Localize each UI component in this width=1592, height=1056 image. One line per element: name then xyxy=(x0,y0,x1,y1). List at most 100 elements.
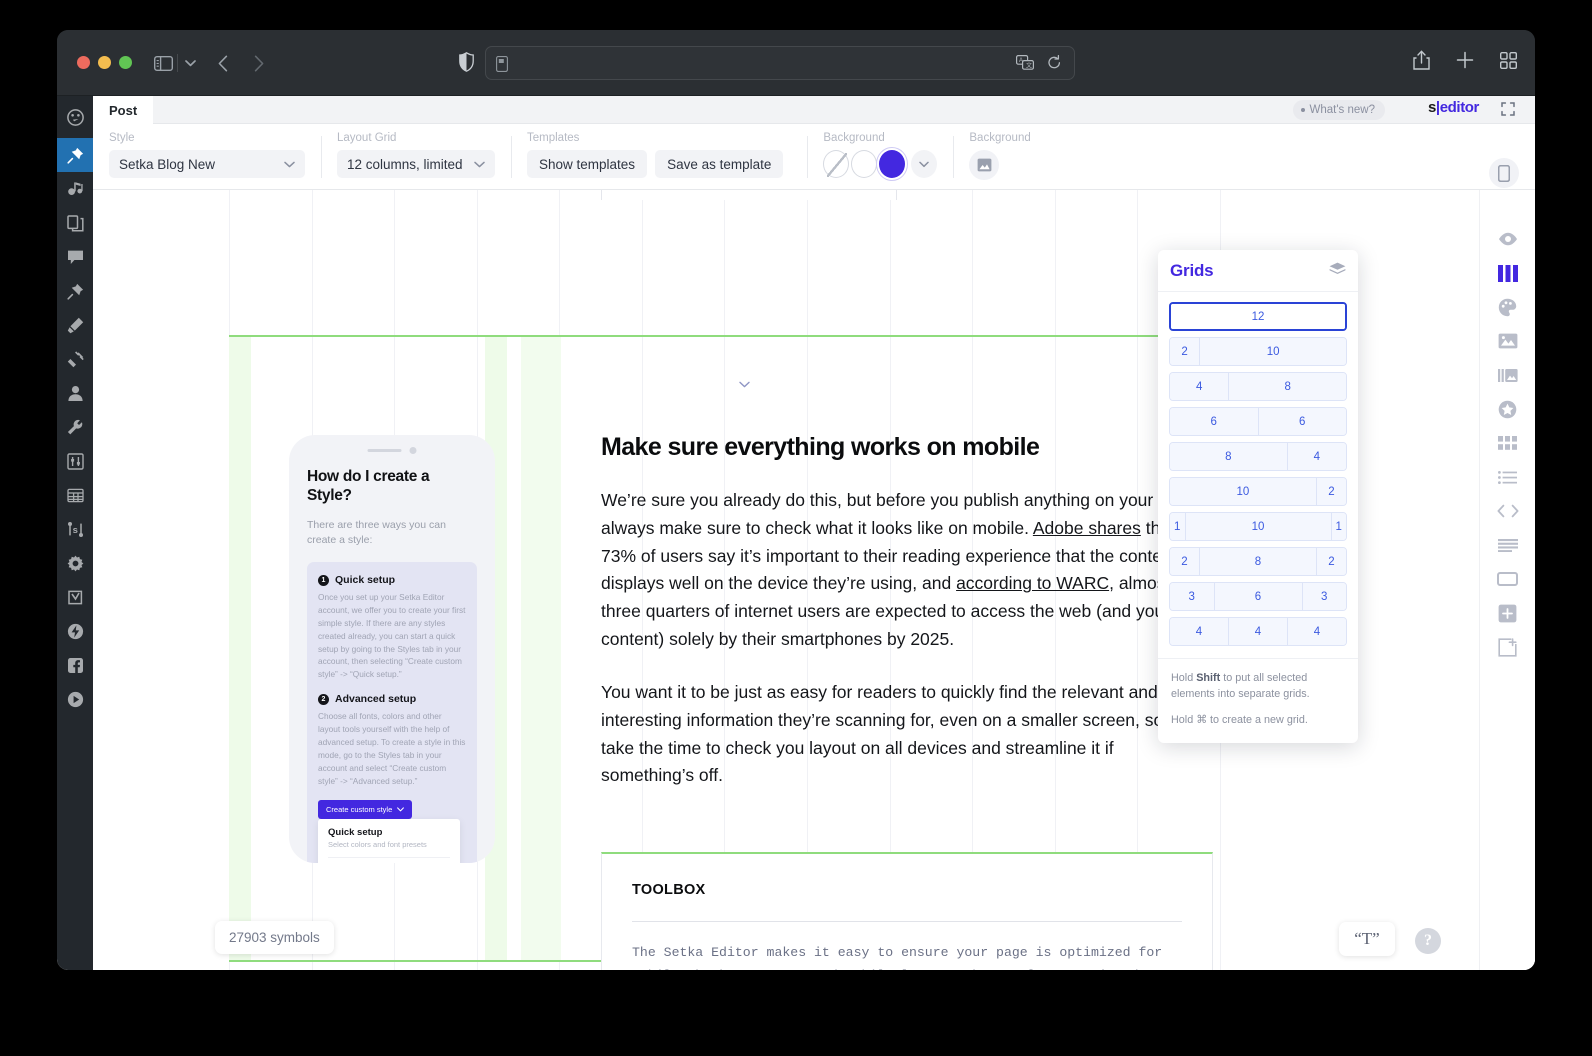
sidebar-item-facebook[interactable] xyxy=(57,648,93,682)
preview-eye-icon[interactable] xyxy=(1480,222,1535,256)
sidebar-item-appearance[interactable] xyxy=(57,308,93,342)
sidebar-item-setka[interactable]: s xyxy=(57,512,93,546)
device-preview-button[interactable] xyxy=(1489,158,1519,188)
grid-preset-row[interactable]: 2 10 xyxy=(1169,337,1347,366)
sidebar-item-player[interactable] xyxy=(57,682,93,716)
maximize-window-button[interactable] xyxy=(119,56,132,69)
grid-preset-row[interactable]: 363 xyxy=(1169,582,1347,611)
chevron-right-icon[interactable] xyxy=(245,50,273,76)
dropdown-item-advanced-setup[interactable]: Advanced setup Customize fonts, line-hei… xyxy=(328,857,450,863)
grid-preset-cell: 10 xyxy=(1185,513,1332,540)
swatch-blue[interactable] xyxy=(879,150,906,178)
list-icon[interactable] xyxy=(1480,460,1535,494)
reload-icon[interactable] xyxy=(1047,55,1062,71)
show-templates-button[interactable]: Show templates xyxy=(527,150,648,178)
grid-presets-list: 12 2 10 4 8 6 6 8 4 10 2 1 10 1 2 8 2 3 6 3 4 4 4 xyxy=(1158,292,1358,658)
sidebar-item-settings-sliders[interactable] xyxy=(57,444,93,478)
window-controls xyxy=(77,56,132,69)
phone-step-1-head: 1 Quick setup xyxy=(318,574,466,586)
palette-icon[interactable] xyxy=(1480,290,1535,324)
hint-text: Hold xyxy=(1171,672,1197,684)
insert-icon[interactable] xyxy=(1480,630,1535,664)
fullscreen-icon[interactable] xyxy=(1501,102,1515,116)
sidebar-item-settings[interactable] xyxy=(57,546,93,580)
dropdown-item-quick-setup[interactable]: Quick setup Select colors and font prese… xyxy=(328,827,450,849)
tab-overview-icon[interactable] xyxy=(1500,51,1517,69)
swatch-none[interactable] xyxy=(823,150,850,178)
sidebar-item-dashboard[interactable] xyxy=(57,96,93,138)
grid-preset-row[interactable]: 444 xyxy=(1169,617,1347,646)
sidebar-item-yoast[interactable] xyxy=(57,580,93,614)
code-icon[interactable] xyxy=(1480,494,1535,528)
url-bar[interactable]: A文 xyxy=(485,46,1075,80)
style-select[interactable]: Setka Blog New xyxy=(109,150,305,178)
grid-preset-row[interactable]: 1 10 1 xyxy=(1169,512,1347,541)
editor-top-strip: Post What's new? s|editor xyxy=(93,96,1535,124)
text-lines-icon[interactable] xyxy=(1480,528,1535,562)
url-input[interactable] xyxy=(516,47,1004,79)
plus-icon[interactable] xyxy=(1456,51,1474,69)
grid-preset-row[interactable]: 10 2 xyxy=(1169,477,1347,506)
sidebar-item-comments[interactable] xyxy=(57,240,93,274)
link-adobe-shares[interactable]: Adobe shares xyxy=(1033,518,1141,538)
star-icon[interactable] xyxy=(1480,392,1535,426)
gallery-icon[interactable] xyxy=(1480,358,1535,392)
grid-preset-row[interactable]: 48 xyxy=(1169,372,1347,401)
grids-panel-hints: Hold Shift to put all selected elements … xyxy=(1158,658,1358,743)
sidebar-item-media[interactable] xyxy=(57,172,93,206)
notification-dot-icon xyxy=(1300,108,1305,112)
article-paragraph-2: You want it to be just as easy for reade… xyxy=(601,681,1164,786)
sidebar-item-plugins[interactable] xyxy=(57,342,93,376)
background-image-button[interactable] xyxy=(969,150,1000,180)
sidebar-item-users[interactable] xyxy=(57,376,93,410)
share-icon[interactable] xyxy=(1413,50,1430,70)
create-custom-style-button[interactable]: Create custom style xyxy=(318,800,413,820)
close-window-button[interactable] xyxy=(77,56,90,69)
sidebar-item-pin[interactable] xyxy=(57,274,93,308)
quote-style-button[interactable]: “T” xyxy=(1339,922,1395,956)
grid-preset-row[interactable]: 66 xyxy=(1169,407,1347,436)
sidebar-item-tables[interactable] xyxy=(57,478,93,512)
link-according-to-warc[interactable]: according to WARC xyxy=(956,573,1109,593)
save-as-template-button[interactable]: Save as template xyxy=(655,150,784,178)
style-select-value: Setka Blog New xyxy=(119,156,216,172)
grid-preset-row[interactable]: 84 xyxy=(1169,442,1347,471)
chevron-down-icon[interactable] xyxy=(181,50,199,76)
toolbox-block[interactable]: TOOLBOX The Setka Editor makes it easy t… xyxy=(601,852,1213,970)
grid-preset-row[interactable]: 12 xyxy=(1169,302,1347,331)
grid-preset-cell: 10 xyxy=(1200,338,1346,365)
sidebar-item-posts[interactable] xyxy=(57,138,100,172)
whats-new-button[interactable]: What's new? xyxy=(1292,100,1385,120)
blocks-icon[interactable] xyxy=(1480,426,1535,460)
sidebar-item-pages[interactable] xyxy=(57,206,93,240)
sidebar-item-speed[interactable] xyxy=(57,614,93,648)
background-image-label: Background xyxy=(969,132,1031,144)
translate-icon[interactable]: A文 xyxy=(1016,55,1034,71)
shield-icon[interactable] xyxy=(459,52,474,72)
layout-grid-select[interactable]: 12 columns, limited xyxy=(337,150,495,178)
image-icon[interactable] xyxy=(1480,324,1535,358)
minimize-window-button[interactable] xyxy=(98,56,111,69)
chevron-left-icon[interactable] xyxy=(209,50,237,76)
phone-mockup-image[interactable]: How do I create a Style? There are three… xyxy=(289,435,495,863)
grid-preset-cell: 2 xyxy=(1316,478,1346,505)
phone-step-1-body: Once you set up your Setka Editor accoun… xyxy=(318,592,466,680)
collapsed-block-above[interactable] xyxy=(601,190,897,200)
sidebar-item-tools[interactable] xyxy=(57,410,93,444)
background-color-group: Background xyxy=(807,124,953,190)
grids-panel-title: Grids xyxy=(1170,260,1214,280)
grids-columns-icon[interactable] xyxy=(1480,256,1535,290)
swatch-white[interactable] xyxy=(851,150,878,178)
add-block-icon[interactable] xyxy=(1480,596,1535,630)
article-paragraph-1: We’re sure you already do this, but befo… xyxy=(601,487,1201,654)
grid-preset-cell: 2 xyxy=(1317,548,1346,575)
create-custom-style-label: Create custom style xyxy=(326,805,393,815)
rectangle-card-icon[interactable] xyxy=(1480,562,1535,596)
layers-icon[interactable] xyxy=(1329,262,1346,276)
grid-preset-row[interactable]: 282 xyxy=(1169,547,1347,576)
article-content[interactable]: Make sure everything works on mobile We’… xyxy=(601,433,1201,790)
sidebar-icon[interactable] xyxy=(149,50,177,76)
chevron-down-icon[interactable] xyxy=(911,150,938,178)
tab-post[interactable]: Post xyxy=(93,96,154,124)
help-button[interactable]: ? xyxy=(1415,928,1441,954)
